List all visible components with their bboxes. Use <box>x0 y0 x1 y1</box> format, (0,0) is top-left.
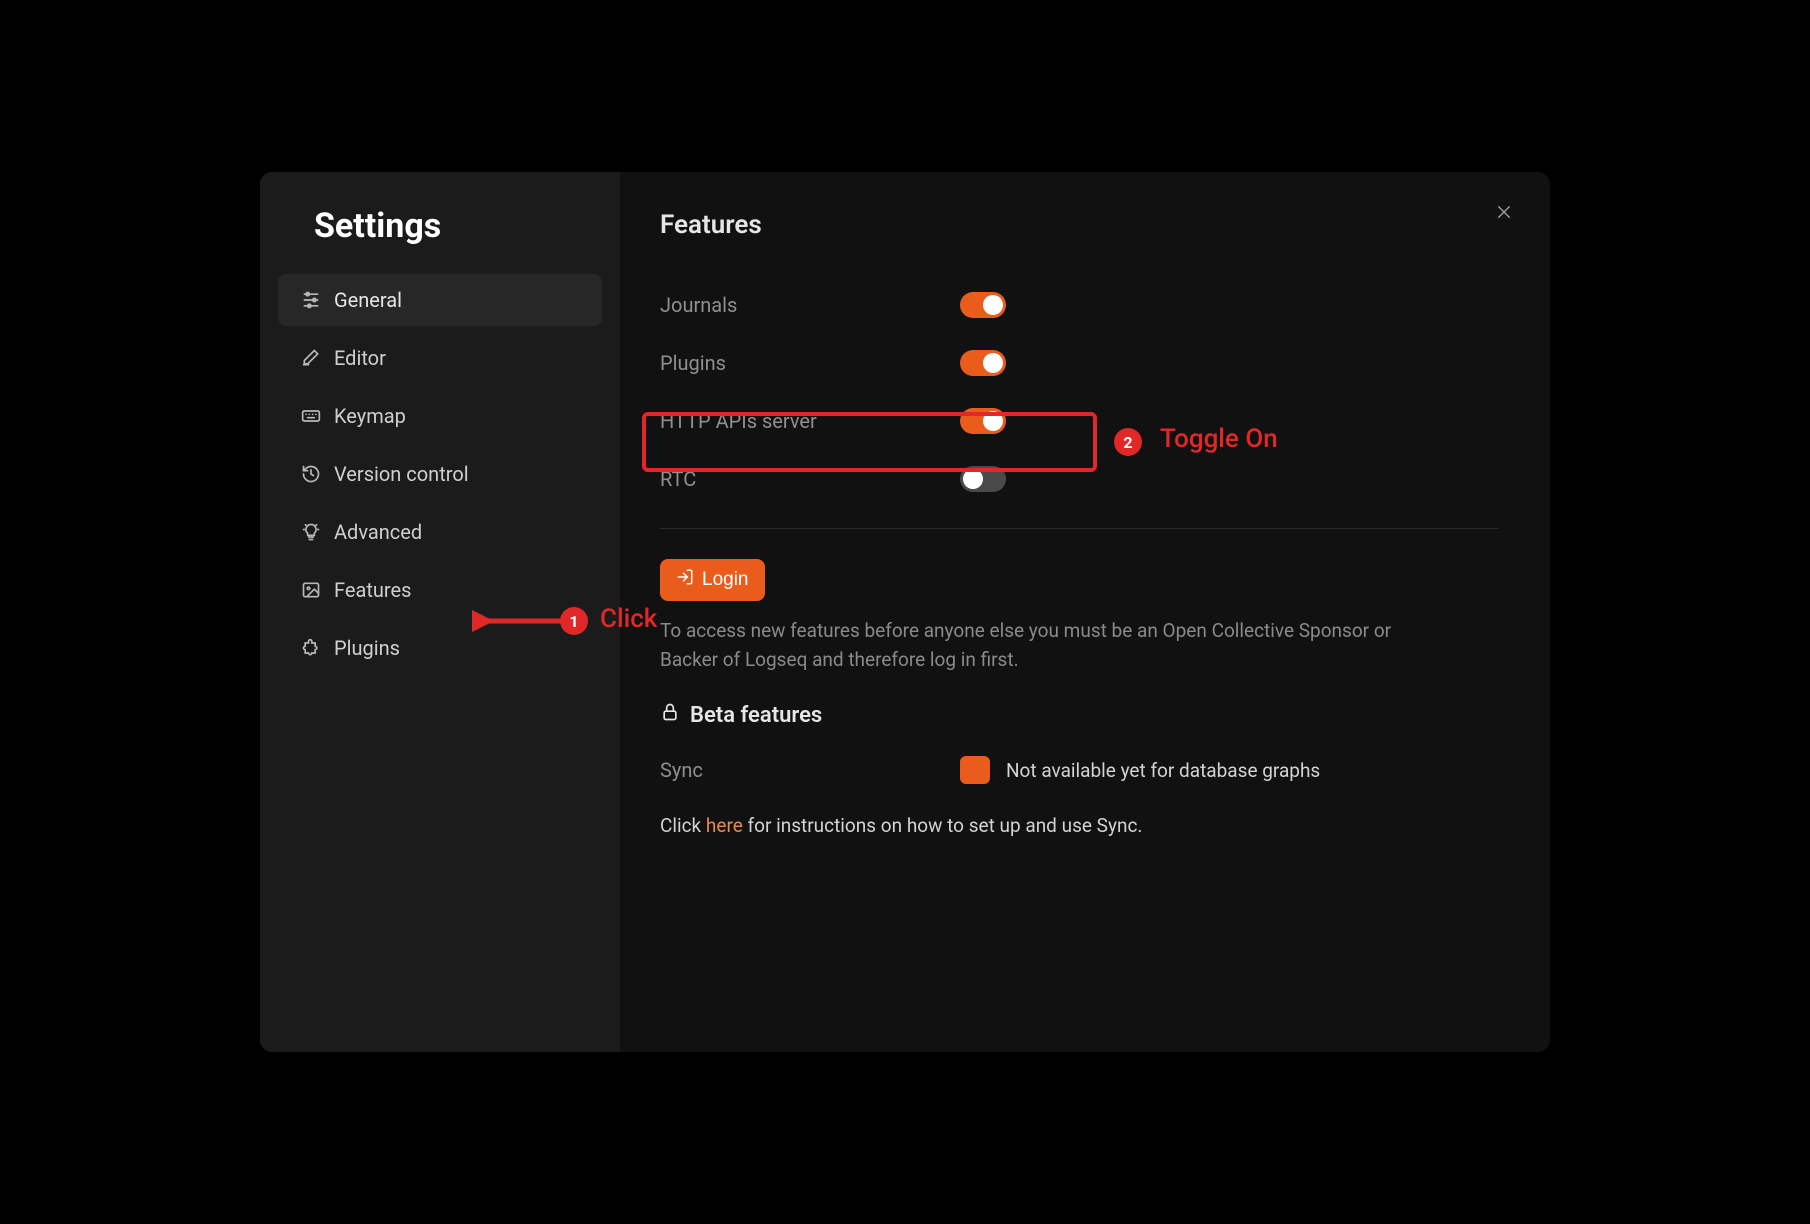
toggle-journals[interactable] <box>960 292 1006 318</box>
sync-instr-pre: Click <box>660 814 706 837</box>
sync-label: Sync <box>660 758 960 782</box>
sidebar-item-label: Keymap <box>334 404 406 428</box>
feature-row-plugins: Plugins <box>660 334 1498 392</box>
annotation-label-toggle-on: Toggle On <box>1160 424 1278 454</box>
feature-row-sync: Sync Not available yet for database grap… <box>660 756 1498 784</box>
sidebar-item-advanced[interactable]: Advanced <box>278 506 602 558</box>
sync-indicator <box>960 756 990 784</box>
sync-instructions: Click here for instructions on how to se… <box>660 814 1498 837</box>
settings-window: Settings General Editor Keymap Version c… <box>260 172 1550 1052</box>
sidebar-item-label: Plugins <box>334 636 400 660</box>
login-description: To access new features before anyone els… <box>660 617 1440 674</box>
sidebar-item-label: Advanced <box>334 520 422 544</box>
lock-icon <box>660 702 680 728</box>
history-icon <box>300 463 322 485</box>
feature-label: Journals <box>660 293 960 317</box>
annotation-label-click: Click <box>600 604 657 634</box>
beta-features-heading: Beta features <box>660 702 1498 728</box>
annotation-badge-1: 1 <box>560 607 588 635</box>
feature-row-http-apis: HTTP APIs server <box>660 392 1498 450</box>
lightbulb-icon <box>300 521 322 543</box>
sidebar-item-label: Editor <box>334 346 386 370</box>
sync-message: Not available yet for database graphs <box>1006 759 1320 782</box>
toggle-plugins[interactable] <box>960 350 1006 376</box>
toggle-rtc[interactable] <box>960 466 1006 492</box>
edit-icon <box>300 347 322 369</box>
keyboard-icon <box>300 405 322 427</box>
sidebar-item-label: General <box>334 288 402 312</box>
sliders-icon <box>300 289 322 311</box>
sidebar-item-label: Features <box>334 578 411 602</box>
feature-label: Plugins <box>660 351 960 375</box>
sync-instr-post: for instructions on how to set up and us… <box>743 814 1143 837</box>
sync-instructions-link[interactable]: here <box>706 814 743 837</box>
settings-title: Settings <box>314 206 602 246</box>
sidebar-item-editor[interactable]: Editor <box>278 332 602 384</box>
annotation-badge-2: 2 <box>1114 428 1142 456</box>
beta-heading-label: Beta features <box>690 703 822 728</box>
feature-row-rtc: RTC <box>660 450 1498 508</box>
puzzle-icon <box>300 637 322 659</box>
close-icon <box>1495 203 1513 225</box>
sidebar-item-general[interactable]: General <box>278 274 602 326</box>
image-icon <box>300 579 322 601</box>
toggle-http-apis[interactable] <box>960 408 1006 434</box>
sidebar-item-version-control[interactable]: Version control <box>278 448 602 500</box>
sidebar-item-label: Version control <box>334 462 469 486</box>
divider <box>660 528 1498 529</box>
feature-label: HTTP APIs server <box>660 409 960 433</box>
login-button[interactable]: Login <box>660 559 765 601</box>
feature-label: RTC <box>660 467 960 491</box>
features-heading: Features <box>660 210 1498 240</box>
sidebar-item-keymap[interactable]: Keymap <box>278 390 602 442</box>
login-label: Login <box>702 569 749 591</box>
feature-row-journals: Journals <box>660 276 1498 334</box>
settings-main: Features Journals Plugins HTTP APIs serv… <box>620 172 1550 1052</box>
close-button[interactable] <box>1490 200 1518 228</box>
login-icon <box>676 568 694 592</box>
